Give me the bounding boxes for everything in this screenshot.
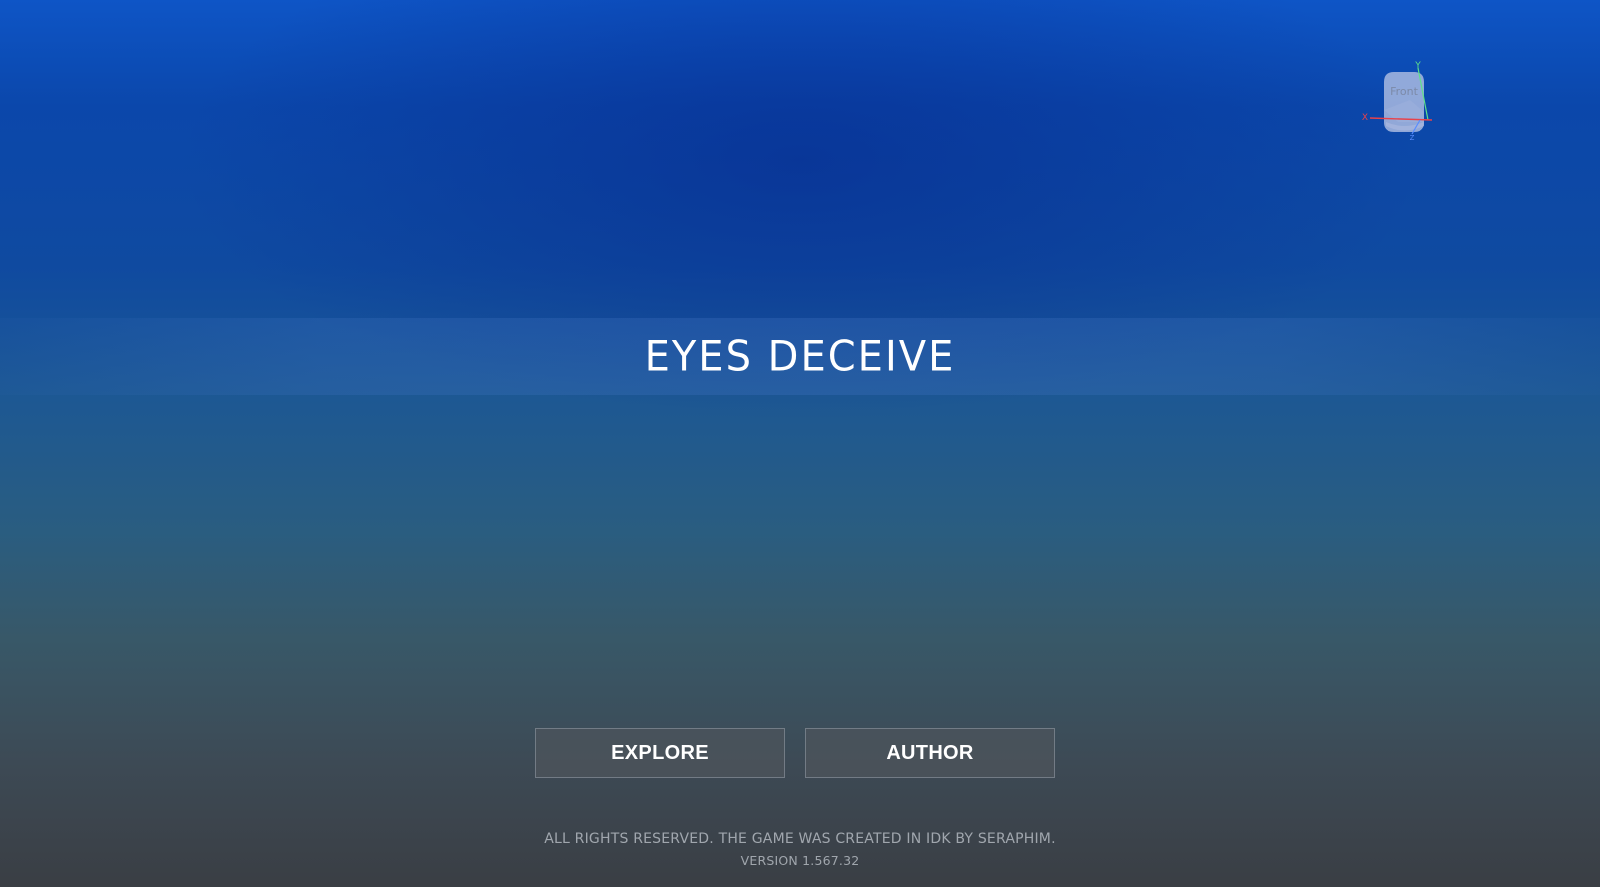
y-axis-label: Y [1414,61,1421,71]
gizmo-face-label: Front [1390,85,1419,98]
view-cube-gizmo[interactable]: Front Y X Z [1362,60,1454,142]
explore-button[interactable]: EXPLORE [535,728,785,778]
author-button[interactable]: AUTHOR [805,728,1055,778]
game-title: EYES DECEIVE [644,332,956,381]
title-banner: EYES DECEIVE [0,318,1600,395]
main-menu-buttons: EXPLORE AUTHOR [535,728,1057,780]
x-axis-label: X [1362,113,1368,123]
z-axis-label: Z [1410,134,1415,142]
version-text: VERSION 1.567.32 [740,853,860,868]
copyright-text: ALL RIGHTS RESERVED. THE GAME WAS CREATE… [544,831,1056,847]
